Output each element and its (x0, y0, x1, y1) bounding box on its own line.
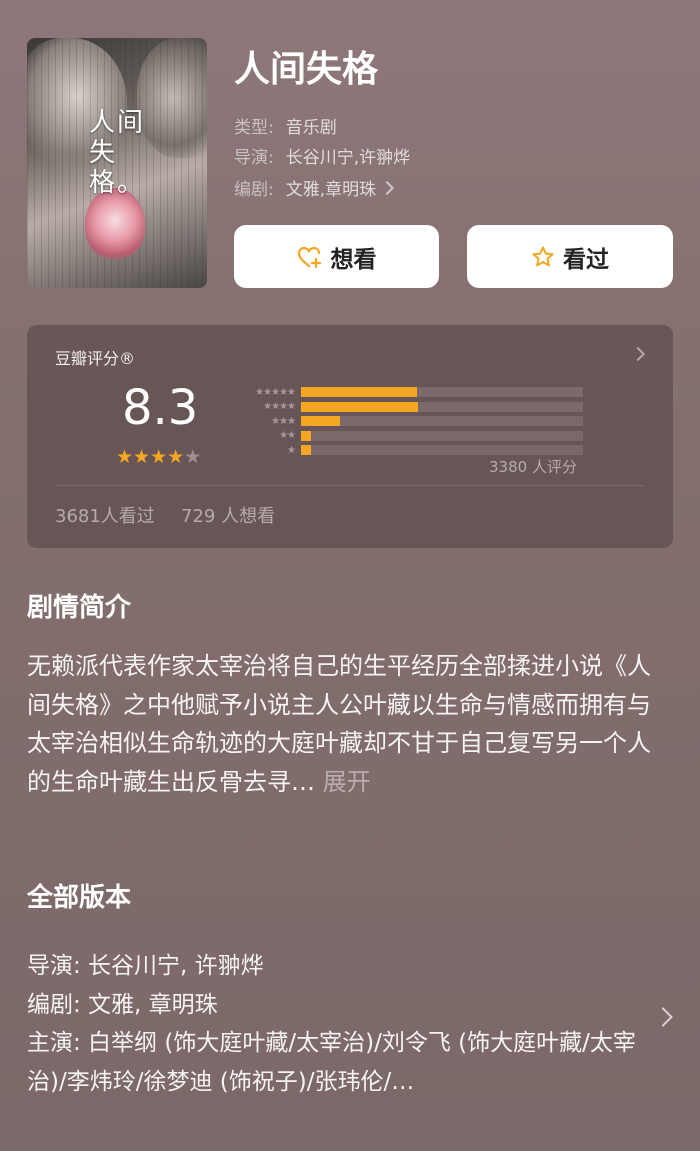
rating-score: 8.3 (122, 380, 199, 436)
distribution-stars: ★★★ (271, 415, 296, 427)
seen-count: 3681人看过 (55, 506, 155, 527)
meta-type: 类型: 音乐剧 (234, 113, 337, 138)
meta-director-value: 长谷川宁,许翀烨 (285, 148, 411, 168)
version-writer: 编剧: 文雅, 章明珠 (27, 991, 218, 1018)
distribution-stars: ★ (287, 444, 296, 456)
star-filled-icon: ★ (133, 446, 151, 468)
meta-type-value: 音乐剧 (285, 118, 337, 138)
version-credits[interactable]: 导演: 长谷川宁, 许翀烨 编剧: 文雅, 章明珠 主演: 白举纲 (饰大庭叶藏… (27, 947, 647, 1101)
distribution-bar (301, 387, 417, 397)
have-seen-button[interactable]: 看过 (467, 225, 673, 288)
meta-type-label: 类型: (234, 118, 274, 138)
page-title: 人间失格 (234, 49, 379, 90)
version-director: 导演: 长谷川宁, 许翀烨 (27, 953, 264, 979)
version-cast: 主演: 白举纲 (饰大庭叶藏/太宰治)/刘令飞 (饰大庭叶藏/太宰治)/李炜玲/… (27, 1030, 636, 1095)
distribution-stars: ★★ (279, 430, 296, 441)
distribution-track (301, 445, 583, 455)
distribution-row: ★ (227, 443, 583, 457)
rating-stars: ★★★★★ (116, 446, 201, 468)
distribution-track (301, 416, 583, 426)
rating-card[interactable]: 豆瓣评分® 8.3 ★★★★★ ★★★★★ ★★★★ ★★★ ★★ ★ 3380 人评分… (27, 325, 673, 548)
expand-link[interactable]: 展开 (323, 768, 371, 796)
distribution-row: ★★★ (227, 414, 583, 428)
distribution-bar (301, 401, 418, 412)
want-count: 729 人想看 (181, 506, 276, 527)
divider (55, 485, 645, 486)
poster-heart (85, 188, 145, 260)
have-seen-label: 看过 (563, 246, 609, 273)
distribution-stars: ★★★★★ (255, 386, 296, 398)
distribution-track (301, 430, 583, 441)
star-filled-icon: ★ (150, 446, 168, 468)
star-empty-icon: ★ (184, 446, 202, 468)
meta-writer[interactable]: 编剧: 文雅,章明珠 (234, 175, 395, 200)
star-outline-icon (532, 246, 554, 266)
distribution-row: ★★ (227, 429, 583, 443)
meta-director-label: 导演: (234, 148, 274, 168)
chevron-right-icon[interactable] (653, 1007, 673, 1027)
meta-writer-value: 文雅,章明珠 (285, 180, 377, 200)
distribution-row: ★★★★★ (227, 385, 583, 399)
meta-writer-label: 编剧: (234, 180, 274, 200)
poster-title: 人间失格。 (89, 108, 146, 198)
versions-heading: 全部版本 (27, 883, 132, 913)
heart-plus-icon (297, 246, 321, 268)
star-filled-icon: ★ (167, 446, 185, 468)
want-to-see-label: 想看 (330, 246, 377, 273)
poster-image[interactable]: 人间失格。 (27, 38, 207, 288)
synopsis-text-block: 无赖派代表作家太宰治将自己的生平经历全部揉进小说《人间失格》之中他赋予小说主人公… (27, 647, 673, 801)
star-filled-icon: ★ (116, 446, 134, 468)
meta-director: 导演: 长谷川宁,许翀烨 (234, 143, 410, 168)
distribution-row: ★★★★ (227, 400, 583, 414)
want-to-see-button[interactable]: 想看 (234, 225, 439, 288)
distribution-bar (301, 445, 311, 455)
distribution-bar (301, 416, 340, 426)
synopsis-heading: 剧情简介 (27, 593, 132, 623)
distribution-bar (301, 430, 311, 441)
chevron-right-icon (380, 180, 395, 196)
chevron-right-icon (630, 346, 646, 362)
rating-label: 豆瓣评分® (55, 349, 136, 368)
distribution-stars: ★★★★ (263, 401, 296, 412)
rating-count: 3380 人评分 (489, 458, 577, 476)
